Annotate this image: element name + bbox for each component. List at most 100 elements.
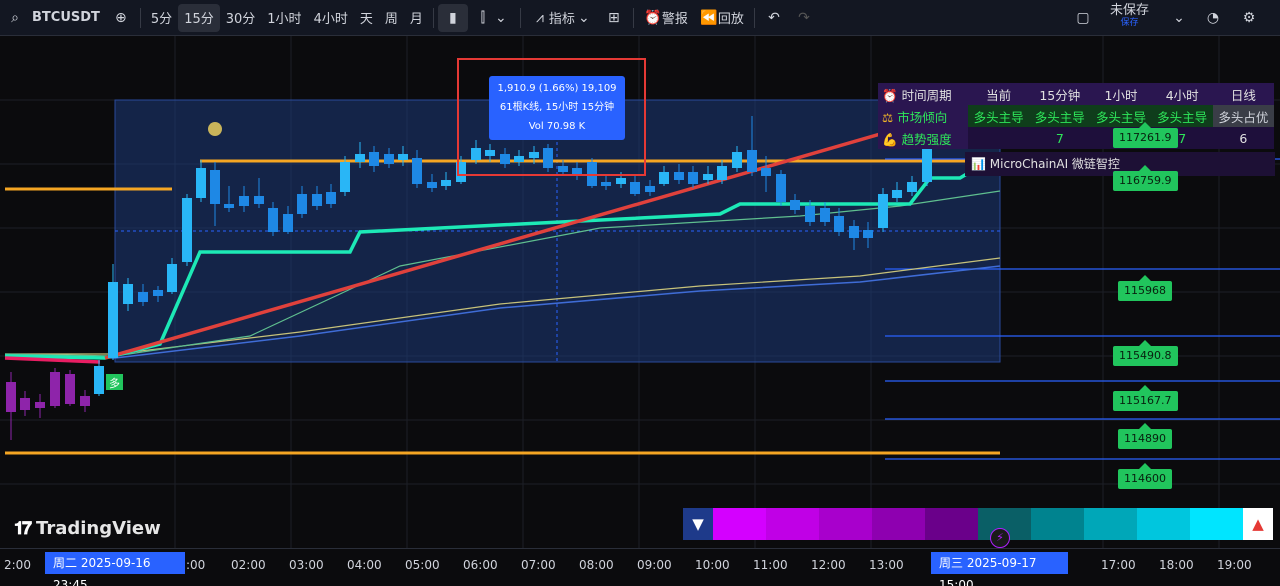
interval-1h[interactable]: 1小时 (261, 4, 307, 32)
candle-body (732, 152, 742, 168)
divider (139, 7, 141, 28)
candle-body (790, 200, 800, 210)
indicators-icon: ⩘ (535, 9, 544, 26)
candle-body (776, 174, 786, 202)
candle-body (340, 162, 350, 192)
price-level-tag[interactable]: 114600 (1118, 463, 1172, 489)
save-label: 未保存 (1110, 3, 1150, 18)
header-cell: 15分钟 (1029, 83, 1091, 105)
up-arrow-icon[interactable]: ▲ (1243, 508, 1273, 540)
time-tick: 03:00 (289, 558, 324, 572)
price-level-tag[interactable]: 115968 (1118, 275, 1172, 301)
color-segment (819, 508, 872, 540)
candle-body (50, 372, 60, 406)
interval-5m[interactable]: 5分 (145, 4, 178, 32)
candle-body (761, 168, 771, 176)
time-tick: 2:00 (4, 558, 31, 572)
header-cell: 4小时 (1151, 83, 1213, 105)
time-tick: 18:00 (1159, 558, 1194, 572)
interval-30m[interactable]: 30分 (220, 4, 262, 32)
price-level-tag[interactable]: 115167.7 (1113, 385, 1178, 411)
chart-style-dropdown[interactable]: ⫿ ⌄ (468, 4, 516, 32)
row-label: ⚖ 市场倾向 (878, 105, 969, 127)
chevron-down-icon: ⌄ (1173, 9, 1185, 26)
time-tick: 02:00 (231, 558, 266, 572)
row-label: 💪 趋势强度 (878, 127, 969, 149)
replay-button[interactable]: ⏪ 回放 (694, 4, 750, 32)
top-toolbar: ⌕ BTCUSDT ⊕ 5分 15分 30分 1小时 4小时 天 周 月 ▮ ⫿… (0, 0, 1280, 36)
time-tick: 19:00 (1217, 558, 1252, 572)
candle-body (65, 374, 75, 404)
add-symbol-button[interactable]: ⊕ (106, 4, 136, 32)
layout-toggle-button[interactable]: ▢ (1068, 4, 1098, 32)
header-cell: 1小时 (1090, 83, 1152, 105)
candle-body (412, 158, 422, 184)
price-level-tag[interactable]: 117261.9 (1113, 122, 1178, 148)
candle-body (94, 366, 104, 394)
candle-body (674, 172, 684, 180)
measure-tooltip: 1,910.9 (1.66%) 19,109 61根K线, 15小时 15分钟 … (489, 76, 625, 140)
tradingview-icon: 𝟏𝟕 (14, 518, 32, 539)
candle-type-button[interactable]: ▮ (437, 3, 468, 32)
down-arrow-icon[interactable]: ▼ (683, 508, 713, 540)
candle-body (283, 214, 293, 232)
candle-body (326, 192, 336, 204)
tradingview-logo[interactable]: 𝟏𝟕 TradingView (14, 518, 161, 539)
time-tick: 04:00 (347, 558, 382, 572)
save-dropdown[interactable]: ⌄ (1164, 4, 1194, 32)
time-tick: :00 (186, 558, 206, 572)
candle-body (863, 230, 873, 238)
undo-button[interactable]: ↶ (759, 4, 789, 32)
candle-body (892, 190, 902, 198)
interval-month[interactable]: 月 (404, 4, 429, 32)
quick-search-button[interactable]: ◔ (1198, 4, 1228, 32)
candle-body (805, 206, 815, 222)
marker-dot[interactable] (208, 122, 222, 136)
candle-body (224, 204, 234, 208)
candle-body (312, 194, 322, 206)
price-level-tag[interactable]: 115490.8 (1113, 340, 1178, 366)
candle-body (123, 284, 133, 304)
chart-pane[interactable]: 多 1,910.9 (1.66%) 19,109 61根K线, 15小时 15分… (0, 36, 1280, 548)
search-icon: ⌕ (11, 9, 19, 26)
color-segment (925, 508, 978, 540)
header-cell: ⏰ 时间周期 (878, 83, 969, 105)
chart-icon: 📊 (971, 157, 986, 171)
candle-body (239, 196, 249, 206)
interval-day[interactable]: 天 (354, 4, 379, 32)
alerts-button[interactable]: ⏰ 警报 (638, 4, 694, 32)
long-signal-text: 多 (109, 376, 120, 390)
interval-week[interactable]: 周 (379, 4, 404, 32)
price-level-tag[interactable]: 116759.9 (1113, 165, 1178, 191)
candle-body (108, 282, 118, 358)
time-tick: 17:00 (1101, 558, 1136, 572)
candle-body (616, 178, 626, 184)
time-tick: 08:00 (579, 558, 614, 572)
color-segment (713, 508, 766, 540)
market-bias-row: ⚖ 市场倾向 多头主导 多头主导 多头主导 多头主导 多头占优 (878, 105, 1274, 127)
time-tick: 11:00 (753, 558, 788, 572)
interval-4h[interactable]: 4小时 (308, 4, 354, 32)
layout-button[interactable]: ⊞ (599, 4, 629, 32)
undo-icon: ↶ (768, 9, 780, 26)
candle-body (441, 180, 451, 186)
price-level-tag[interactable]: 114890 (1118, 423, 1172, 449)
time-tick: 07:00 (521, 558, 556, 572)
settings-button[interactable]: ⚙ (1234, 4, 1264, 32)
interval-15m[interactable]: 15分 (178, 3, 220, 32)
momentum-color-bar: ▼ ▲ (683, 508, 1273, 540)
lightning-icon[interactable]: ⚡ (990, 528, 1010, 548)
redo-button[interactable]: ↷ (789, 4, 819, 32)
symbol-search[interactable]: ⌕ BTCUSDT (0, 4, 106, 32)
tooltip-line-1: 1,910.9 (1.66%) 19,109 (497, 83, 617, 94)
time-tick: 06:00 (463, 558, 498, 572)
save-sublabel: 保存 (1120, 18, 1139, 28)
symbol-name: BTCUSDT (32, 10, 100, 25)
save-button[interactable]: 未保存 保存 (1110, 4, 1149, 28)
candle-body (268, 208, 278, 232)
indicators-button[interactable]: ⩘ 指标 ⌄ (525, 4, 599, 32)
time-axis[interactable]: 2:00 周二 2025-09-16 23:45 :00 02:00 03:00… (0, 548, 1280, 586)
time-tick: 12:00 (811, 558, 846, 572)
candle-body (878, 194, 888, 228)
muscle-icon: 💪 (882, 131, 898, 147)
